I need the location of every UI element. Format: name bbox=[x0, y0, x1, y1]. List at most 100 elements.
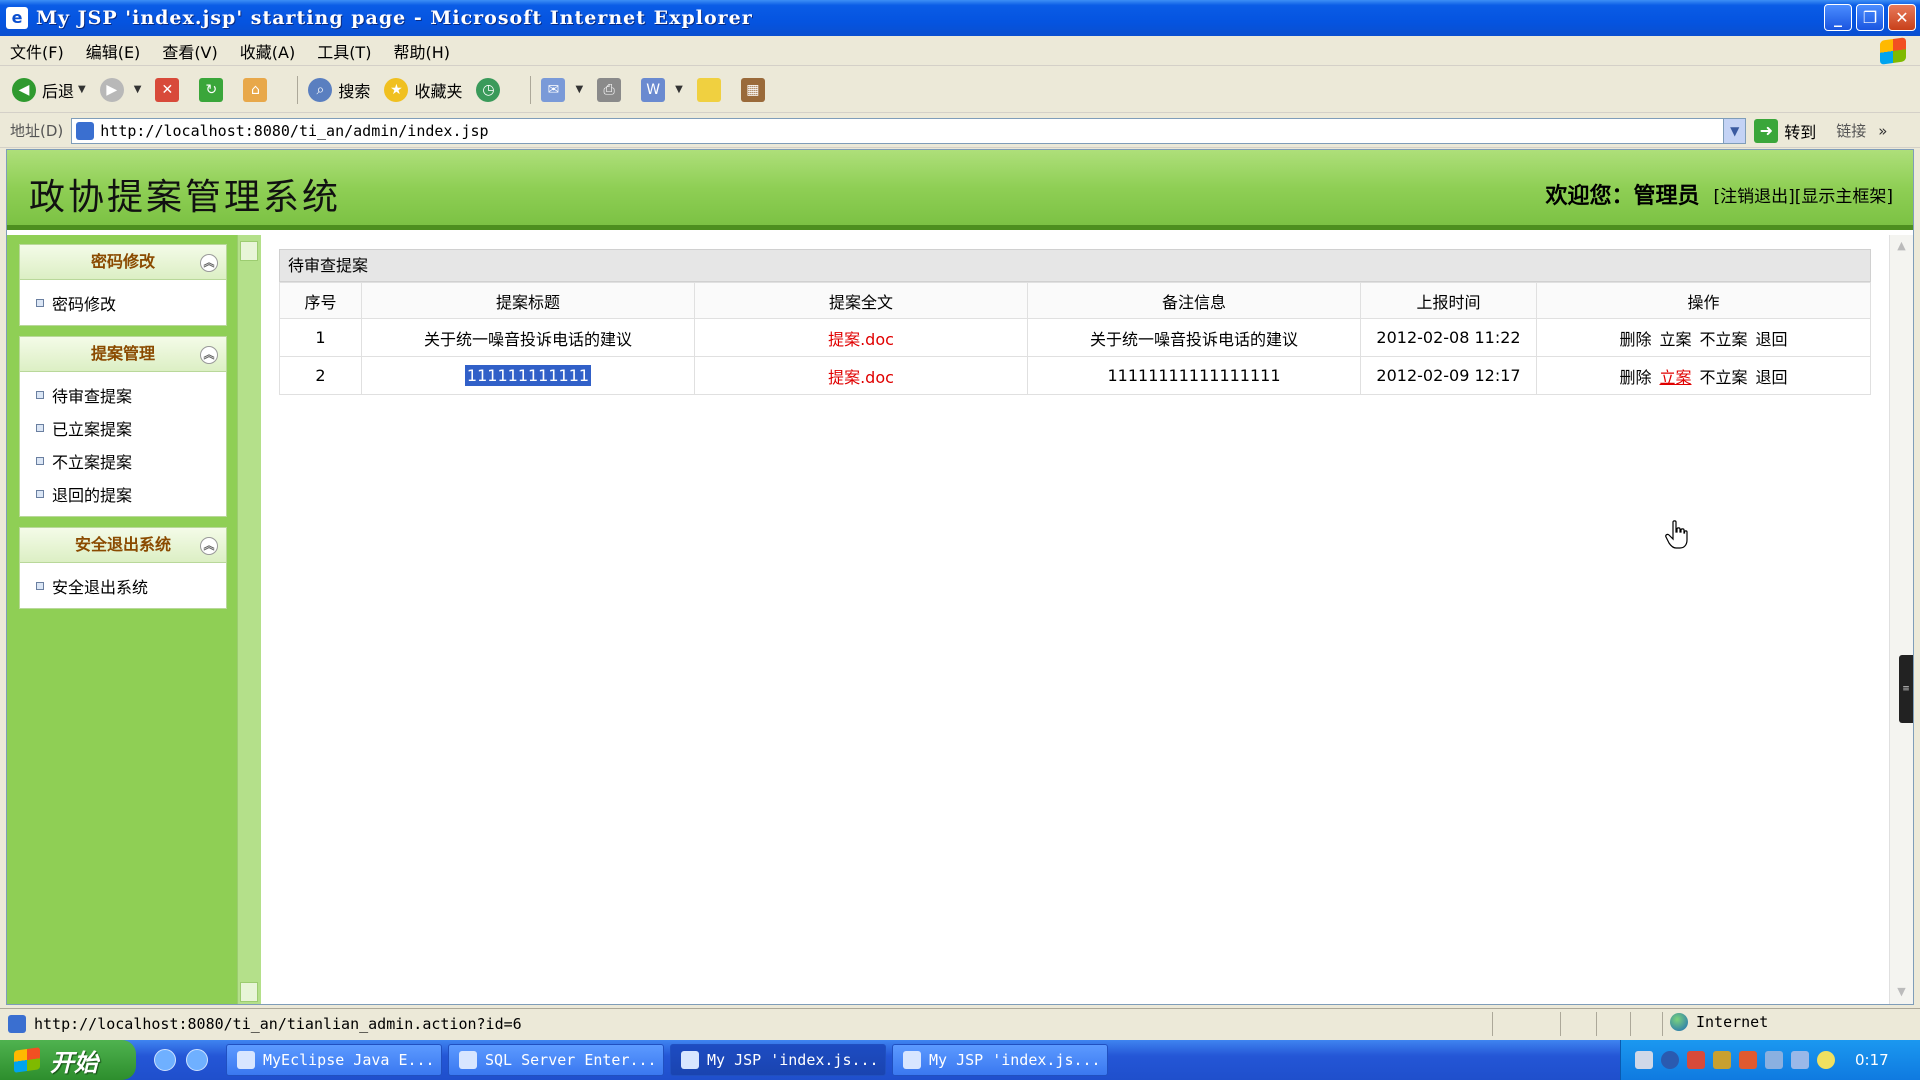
app-title: 政协提案管理系统 bbox=[29, 177, 342, 218]
mail-icon: ✉ bbox=[541, 77, 566, 102]
ie-quicklaunch-icon[interactable] bbox=[154, 1049, 176, 1071]
menu-help[interactable]: 帮助(H) bbox=[393, 39, 450, 63]
sidebar-item-change-password[interactable]: 密码修改 bbox=[20, 286, 226, 319]
taskbar-item-myeclipse[interactable]: MyEclipse Java E... bbox=[226, 1044, 442, 1076]
sidebar-group-header[interactable]: 安全退出系统 ︽ bbox=[19, 527, 227, 563]
menu-edit[interactable]: 编辑(E) bbox=[86, 39, 141, 63]
start-button[interactable]: 开始 bbox=[0, 1040, 136, 1080]
taskbar: 开始 MyEclipse Java E... SQL Server Enter.… bbox=[0, 1040, 1920, 1080]
sidebar-item-label: 退回的提案 bbox=[52, 485, 133, 505]
minimize-button[interactable]: _ bbox=[1824, 4, 1852, 31]
cell-no: 2 bbox=[279, 356, 362, 395]
column-header: 备注信息 bbox=[1027, 282, 1361, 319]
collapse-icon[interactable]: ︽ bbox=[200, 254, 218, 272]
scroll-down-icon[interactable]: ▼ bbox=[1893, 985, 1910, 1002]
taskbar-item-sqlserver[interactable]: SQL Server Enter... bbox=[448, 1044, 664, 1076]
sidebar-item-returned[interactable]: 退回的提案 bbox=[20, 477, 226, 510]
accept-link[interactable]: 立案 bbox=[1659, 330, 1691, 349]
sidebar-item-label: 已立案提案 bbox=[52, 419, 133, 439]
task-label: MyEclipse Java E... bbox=[263, 1051, 435, 1069]
cell-time: 2012-02-09 12:17 bbox=[1360, 356, 1537, 395]
messenger-icon[interactable] bbox=[1817, 1051, 1835, 1069]
sidebar-item-safe-exit[interactable]: 安全退出系统 bbox=[20, 569, 226, 602]
reject-link[interactable]: 不立案 bbox=[1700, 330, 1748, 349]
doc-link[interactable]: 提案.doc bbox=[828, 368, 894, 387]
edit-button[interactable]: W ▼ bbox=[641, 77, 683, 102]
ie-icon: e bbox=[6, 7, 28, 29]
refresh-button[interactable]: ↻ bbox=[199, 77, 229, 102]
chevron-down-icon[interactable]: ▼ bbox=[78, 84, 86, 95]
return-link[interactable]: 退回 bbox=[1756, 330, 1788, 349]
close-button[interactable]: ✕ bbox=[1888, 4, 1916, 31]
frame-splitter[interactable] bbox=[237, 235, 261, 1004]
favorites-button[interactable]: ★ 收藏夹 bbox=[384, 77, 462, 102]
collapse-icon[interactable]: ︽ bbox=[200, 537, 218, 555]
search-button[interactable]: ⌕ 搜索 bbox=[308, 77, 370, 102]
chevron-down-icon[interactable]: ▼ bbox=[134, 84, 142, 95]
taskbar-item-ie-1[interactable]: My JSP 'index.js... bbox=[670, 1044, 886, 1076]
restore-button[interactable]: ❐ bbox=[1856, 4, 1884, 31]
sidebar-group-header[interactable]: 提案管理 ︽ bbox=[19, 336, 227, 372]
vertical-scrollbar[interactable]: ▲ ▼ bbox=[1889, 235, 1913, 1004]
doc-link[interactable]: 提案.doc bbox=[828, 330, 894, 349]
chevron-left-icon[interactable] bbox=[1661, 1051, 1679, 1069]
accept-link[interactable]: 立案 bbox=[1659, 368, 1691, 387]
volume-icon[interactable] bbox=[1791, 1051, 1809, 1069]
go-arrow-icon: ➜ bbox=[1754, 118, 1779, 143]
ie-quicklaunch-icon[interactable] bbox=[186, 1049, 208, 1071]
back-button[interactable]: ◀ 后退 ▼ bbox=[12, 77, 86, 102]
sidebar-item-pending[interactable]: 待审查提案 bbox=[20, 378, 226, 411]
print-button[interactable]: ⎙ bbox=[597, 77, 627, 102]
browser-viewport: 政协提案管理系统 欢迎您： 管理员 [注销退出] [显示主框架] 密码修改 ︽ … bbox=[6, 149, 1914, 1005]
delete-link[interactable]: 删除 bbox=[1619, 330, 1651, 349]
sidebar-group-header[interactable]: 密码修改 ︽ bbox=[19, 244, 227, 280]
chevron-right-icon[interactable]: » bbox=[1878, 122, 1887, 140]
address-input[interactable]: http://localhost:8080/ti_an/admin/index.… bbox=[71, 117, 1747, 144]
bullet-icon bbox=[36, 489, 44, 498]
menu-tools[interactable]: 工具(T) bbox=[317, 39, 371, 63]
sidebar-item-accepted[interactable]: 已立案提案 bbox=[20, 411, 226, 444]
print-icon: ⎙ bbox=[597, 77, 622, 102]
table-row: 2 111111111111 提案.doc 11111111111111111 … bbox=[279, 356, 1871, 395]
reject-link[interactable]: 不立案 bbox=[1700, 368, 1748, 387]
taskbar-item-ie-2[interactable]: My JSP 'index.js... bbox=[892, 1044, 1108, 1076]
keyboard-icon[interactable] bbox=[1635, 1051, 1653, 1069]
network-icon[interactable] bbox=[1765, 1051, 1783, 1069]
research-button[interactable]: ▦ bbox=[740, 77, 771, 102]
tray-app-icon[interactable] bbox=[1713, 1051, 1731, 1069]
links-button[interactable]: 链接 bbox=[1836, 120, 1866, 141]
splitter-top-knob[interactable] bbox=[240, 241, 258, 261]
menu-file[interactable]: 文件(F) bbox=[10, 39, 64, 63]
history-button[interactable]: ◷ bbox=[476, 77, 506, 102]
show-frame-link[interactable]: [显示主框架] bbox=[1795, 182, 1893, 207]
sidebar-item-label: 待审查提案 bbox=[52, 386, 133, 406]
sidebar-item-rejected[interactable]: 不立案提案 bbox=[20, 444, 226, 477]
column-header: 序号 bbox=[279, 282, 362, 319]
window-title-bar[interactable]: e My JSP 'index.jsp' starting page - Mic… bbox=[0, 0, 1920, 36]
tray-app-icon[interactable] bbox=[1739, 1051, 1757, 1069]
chevron-down-icon[interactable]: ▼ bbox=[675, 84, 683, 95]
chevron-down-icon[interactable]: ▼ bbox=[575, 84, 583, 95]
side-handle[interactable]: ≡ bbox=[1899, 655, 1913, 723]
page-icon bbox=[76, 121, 95, 140]
scroll-up-icon[interactable]: ▲ bbox=[1893, 239, 1910, 256]
stop-button[interactable]: ✕ bbox=[155, 77, 185, 102]
home-icon: ⌂ bbox=[243, 77, 268, 102]
window-title: My JSP 'index.jsp' starting page - Micro… bbox=[36, 7, 753, 29]
chevron-down-icon[interactable]: ▼ bbox=[1723, 118, 1746, 143]
forward-button[interactable]: ▶ ▼ bbox=[99, 77, 142, 102]
mail-button[interactable]: ✉ ▼ bbox=[541, 77, 583, 102]
collapse-icon[interactable]: ︽ bbox=[200, 346, 218, 364]
column-header: 提案标题 bbox=[361, 282, 695, 319]
menu-favorites[interactable]: 收藏(A) bbox=[240, 39, 295, 63]
task-label: My JSP 'index.js... bbox=[929, 1051, 1101, 1069]
logout-link[interactable]: [注销退出] bbox=[1713, 182, 1794, 207]
return-link[interactable]: 退回 bbox=[1756, 368, 1788, 387]
go-button[interactable]: ➜ 转到 bbox=[1754, 118, 1816, 143]
menu-view[interactable]: 查看(V) bbox=[162, 39, 217, 63]
splitter-bottom-knob[interactable] bbox=[240, 982, 258, 1002]
discuss-button[interactable] bbox=[696, 77, 727, 102]
delete-link[interactable]: 删除 bbox=[1619, 368, 1651, 387]
home-button[interactable]: ⌂ bbox=[243, 77, 273, 102]
tray-app-icon[interactable] bbox=[1687, 1051, 1705, 1069]
